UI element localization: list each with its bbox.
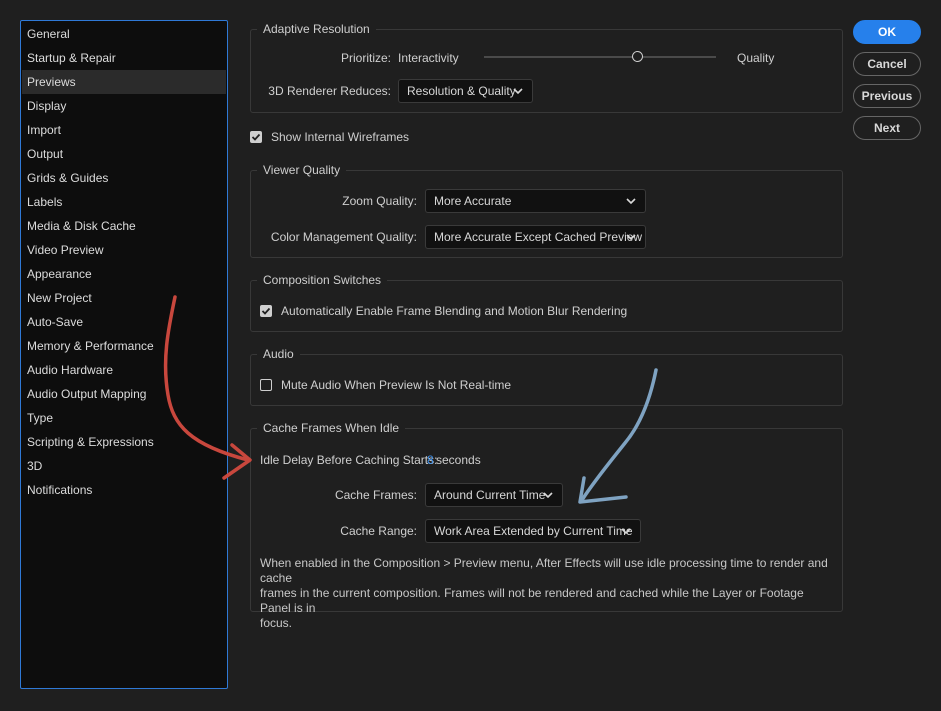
idle-delay-unit: seconds (436, 453, 481, 467)
zoom-quality-label: Zoom Quality: (342, 194, 417, 208)
cache-frames-value: Around Current Time (434, 488, 546, 502)
slider-min-label: Interactivity (398, 51, 459, 65)
color-management-label: Color Management Quality: (270, 230, 417, 244)
chevron-down-icon (543, 492, 553, 499)
chevron-down-icon (513, 88, 523, 95)
group-title-adaptive-resolution: Adaptive Resolution (257, 20, 376, 38)
prioritize-slider-track[interactable] (484, 56, 716, 58)
cache-range-value: Work Area Extended by Current Time (434, 524, 633, 538)
prioritize-slider-thumb[interactable] (631, 51, 643, 62)
description-line: focus. (260, 616, 293, 630)
sidebar-item-labels[interactable]: Labels (22, 190, 226, 214)
group-title-audio: Audio (257, 345, 300, 363)
cache-range-label: Cache Range: (340, 524, 417, 538)
sidebar-item-display[interactable]: Display (22, 94, 226, 118)
sidebar-item-type[interactable]: Type (22, 406, 226, 430)
show-wireframes-label[interactable]: Show Internal Wireframes (271, 129, 409, 145)
zoom-quality-dropdown[interactable]: More Accurate (425, 189, 646, 213)
chevron-down-icon (626, 234, 636, 241)
mute-audio-checkbox[interactable] (260, 379, 272, 391)
renderer-reduces-dropdown[interactable]: Resolution & Quality (398, 79, 533, 103)
idle-delay-label: Idle Delay Before Caching Starts: (260, 453, 438, 467)
color-management-value: More Accurate Except Cached Preview (434, 230, 643, 244)
sidebar-item-new-project[interactable]: New Project (22, 286, 226, 310)
sidebar-item-memory-performance[interactable]: Memory & Performance (22, 334, 226, 358)
renderer-reduces-label: 3D Renderer Reduces: (268, 84, 391, 98)
slider-max-label: Quality (737, 51, 775, 65)
sidebar-item-general[interactable]: General (22, 22, 226, 46)
description-line: frames in the current composition. Frame… (260, 586, 804, 615)
sidebar-item-output[interactable]: Output (22, 142, 226, 166)
sidebar-item-previews[interactable]: Previews (22, 70, 226, 94)
description-line: When enabled in the Composition > Previe… (260, 556, 828, 585)
previous-button[interactable]: Previous (853, 84, 921, 108)
sidebar-item-scripting-expressions[interactable]: Scripting & Expressions (22, 430, 226, 454)
cache-idle-description: When enabled in the Composition > Previe… (260, 556, 835, 631)
checkmark-icon (261, 307, 271, 315)
group-title-viewer-quality: Viewer Quality (257, 161, 347, 179)
sidebar-item-3d[interactable]: 3D (22, 454, 226, 478)
next-button[interactable]: Next (853, 116, 921, 140)
sidebar-item-notifications[interactable]: Notifications (22, 478, 226, 502)
sidebar-item-video-preview[interactable]: Video Preview (22, 238, 226, 262)
auto-enable-blending-label[interactable]: Automatically Enable Frame Blending and … (281, 303, 627, 319)
checkmark-icon (251, 133, 261, 141)
color-management-dropdown[interactable]: More Accurate Except Cached Preview (425, 225, 646, 249)
adaptive-resolution-group: Adaptive Resolution (250, 20, 843, 113)
chevron-down-icon (621, 528, 631, 535)
sidebar-item-audio-hardware[interactable]: Audio Hardware (22, 358, 226, 382)
group-title-cache-idle: Cache Frames When Idle (257, 419, 406, 437)
cancel-button[interactable]: Cancel (853, 52, 921, 76)
sidebar-item-appearance[interactable]: Appearance (22, 262, 226, 286)
ok-button[interactable]: OK (853, 20, 921, 44)
preferences-sidebar: General Startup & Repair Previews Display Im… (20, 20, 228, 689)
cache-frames-label: Cache Frames: (334, 488, 417, 502)
sidebar-item-startup-repair[interactable]: Startup & Repair (22, 46, 226, 70)
sidebar-item-auto-save[interactable]: Auto-Save (22, 310, 226, 334)
mute-audio-label[interactable]: Mute Audio When Preview Is Not Real-time (281, 377, 511, 393)
sidebar-item-import[interactable]: Import (22, 118, 226, 142)
show-wireframes-checkbox[interactable] (250, 131, 262, 143)
cache-frames-dropdown[interactable]: Around Current Time (425, 483, 563, 507)
chevron-down-icon (626, 198, 636, 205)
prioritize-label: Prioritize: (340, 51, 391, 65)
zoom-quality-value: More Accurate (434, 194, 512, 208)
idle-delay-value[interactable]: 8 (427, 452, 434, 468)
auto-enable-blending-checkbox[interactable] (260, 305, 272, 317)
cache-range-dropdown[interactable]: Work Area Extended by Current Time (425, 519, 641, 543)
group-title-composition-switches: Composition Switches (257, 271, 388, 289)
sidebar-item-audio-output-mapping[interactable]: Audio Output Mapping (22, 382, 226, 406)
sidebar-item-media-disk-cache[interactable]: Media & Disk Cache (22, 214, 226, 238)
renderer-reduces-value: Resolution & Quality (407, 84, 516, 98)
sidebar-item-grids-guides[interactable]: Grids & Guides (22, 166, 226, 190)
